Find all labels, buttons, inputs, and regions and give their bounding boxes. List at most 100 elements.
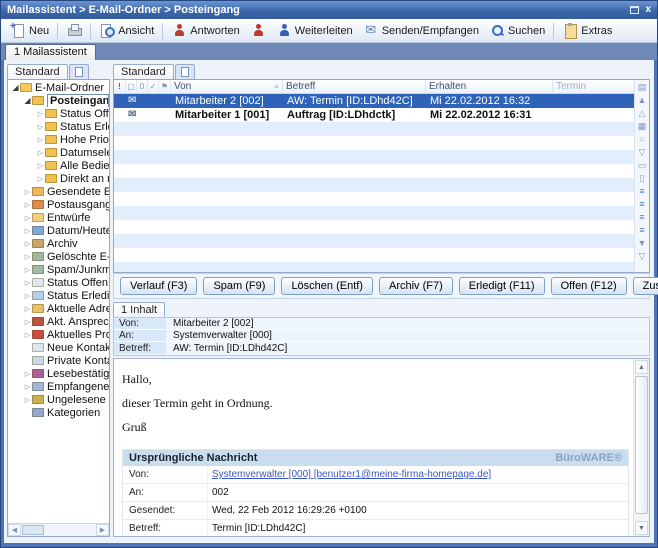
tree-item-e-mail-ordner[interactable]: ◢E-Mail-Ordner <box>8 81 109 94</box>
tree-item-ungelesene-mails[interactable]: ▷Ungelesene Mails <box>8 393 109 406</box>
list-view-3-icon[interactable]: ≡ <box>639 211 644 224</box>
tree-item-status-offen[interactable]: ▷Status Offen <box>8 107 109 120</box>
scroll-down-icon[interactable]: ▼ <box>635 521 648 535</box>
tree-item-archiv[interactable]: ▷Archiv <box>8 237 109 250</box>
toolbar-button-ansicht[interactable]: Ansicht <box>94 21 159 40</box>
toolbar-button-antworten[interactable]: Antworten <box>166 21 245 40</box>
column-header-erhalten[interactable]: Erhalten <box>426 80 553 93</box>
tree-item-status-erledigt[interactable]: ▷Status Erledigt <box>8 289 109 302</box>
scroll-right-icon[interactable]: ▶ <box>96 524 109 536</box>
collapsed-twisty-icon[interactable]: ▷ <box>36 149 45 157</box>
column-done-icon[interactable]: ✓ <box>148 80 159 93</box>
action-button-zusatz[interactable]: Zusatz <box>633 277 658 295</box>
collapsed-twisty-icon[interactable]: ▷ <box>36 123 45 131</box>
mail-row-mitarbeiter-2-002[interactable]: ✉Mitarbeiter 2 [002]AW: Termin [ID:LDhd4… <box>114 94 634 108</box>
list-view-1-icon[interactable]: ≡ <box>639 185 644 198</box>
collapsed-twisty-icon[interactable]: ▷ <box>23 214 32 222</box>
tree-item-kategorien[interactable]: Kategorien <box>8 406 109 419</box>
tree-item-gesendete-e-mails[interactable]: ▷Gesendete E-Mails <box>8 185 109 198</box>
tree-item-neue-kontakte[interactable]: Neue Kontakte <box>8 341 109 354</box>
scroll-down-icon[interactable]: ▼ <box>638 237 647 250</box>
column-picker-icon[interactable]: ▤ <box>638 81 647 94</box>
tree-item-aktuelles-projekt[interactable]: ▷Aktuelles Projekt <box>8 328 109 341</box>
tree-item-private-kontakte[interactable]: Private Kontakte <box>8 354 109 367</box>
collapsed-twisty-icon[interactable]: ▷ <box>23 383 32 391</box>
collapsed-twisty-icon[interactable]: ▷ <box>23 253 32 261</box>
action-button-löschen-entf[interactable]: Löschen (Entf) <box>281 277 373 295</box>
tree-item-spam-junkmails[interactable]: ▷Spam/Junkmails <box>8 263 109 276</box>
tree-item-hohe-priorität[interactable]: ▷Hohe Priorität <box>8 133 109 146</box>
tab-new-view-left[interactable] <box>69 64 89 79</box>
toolbar-button-suchen[interactable]: Suchen <box>484 21 550 40</box>
search-icon[interactable]: ○ <box>639 133 644 146</box>
tree-item-postausgang[interactable]: ▷Postausgang <box>8 198 109 211</box>
toolbar-button-senden-empfangen[interactable]: ✉Senden/Empfangen <box>358 21 484 40</box>
print-list-icon[interactable]: ▭ <box>638 159 647 172</box>
toolbar-button-weiterleiten[interactable]: Weiterleiten <box>271 21 358 40</box>
collapsed-twisty-icon[interactable]: ▷ <box>23 279 32 287</box>
action-button-offen-f12[interactable]: Offen (F12) <box>551 277 627 295</box>
collapsed-twisty-icon[interactable]: ▷ <box>23 331 32 339</box>
collapsed-twisty-icon[interactable]: ▷ <box>36 110 45 118</box>
body-vertical-scrollbar[interactable]: ▲ ▼ <box>633 359 649 536</box>
mail-row-mitarbeiter-1-001[interactable]: ✉Mitarbeiter 1 [001]Auftrag [ID:LDhdctk]… <box>114 108 634 122</box>
list-view-4-icon[interactable]: ≡ <box>639 224 644 237</box>
collapsed-twisty-icon[interactable]: ▷ <box>23 240 32 248</box>
tree-horizontal-scrollbar[interactable]: ◀ ▶ <box>8 523 109 536</box>
collapsed-twisty-icon[interactable]: ▷ <box>23 318 32 326</box>
tree-item-status-offen[interactable]: ▷Status Offen <box>8 276 109 289</box>
tree-item-aktuelle-adresse[interactable]: ▷Aktuelle Adresse <box>8 302 109 315</box>
toolbar-button-printer-icon[interactable] <box>61 21 87 40</box>
tab-mailassistent[interactable]: 1 Mailassistent <box>5 44 96 60</box>
scroll-up-icon[interactable]: △ <box>639 107 646 120</box>
toolbar-button-neu[interactable]: Neu <box>5 21 54 40</box>
toolbar-button-extras[interactable]: Extras <box>557 21 617 40</box>
close-window-icon[interactable]: x <box>645 5 651 15</box>
tab-standard-left[interactable]: Standard <box>7 64 68 79</box>
tree-item-posteingang[interactable]: ◢Posteingang <box>8 94 109 107</box>
tree-item-alle-bediener[interactable]: ▷Alle Bediener <box>8 159 109 172</box>
collapsed-twisty-icon[interactable]: ▷ <box>23 188 32 196</box>
filter-icon[interactable]: ▽ <box>639 146 646 159</box>
column-header-betreff[interactable]: Betreff <box>283 80 426 93</box>
scroll-up-icon[interactable]: ▲ <box>635 360 648 374</box>
tree-item-gelöschte-e-mails[interactable]: ▷Gelöschte E-Mails <box>8 250 109 263</box>
collapsed-twisty-icon[interactable]: ▷ <box>36 175 45 183</box>
column-document-icon[interactable]: ▢ <box>126 80 137 93</box>
tree-item-status-erledigt[interactable]: ▷Status Erledigt <box>8 120 109 133</box>
column-header-termin[interactable]: Termin <box>553 80 634 93</box>
expanded-twisty-icon[interactable]: ◢ <box>23 96 32 105</box>
column-attachment-icon[interactable]: 0 <box>137 80 148 93</box>
action-button-erledigt-f11[interactable]: Erledigt (F11) <box>459 277 545 295</box>
tab-new-view-right[interactable] <box>175 64 195 79</box>
scrollbar-thumb[interactable] <box>635 376 648 514</box>
tree-item-empfangene-mails[interactable]: ▷Empfangene Mails <box>8 380 109 393</box>
scroll-top-icon[interactable]: ▲ <box>638 94 647 107</box>
column-flag-icon[interactable]: ⚑ <box>159 80 171 93</box>
column-header-von[interactable]: Von▲ <box>171 80 283 93</box>
action-button-archiv-f7[interactable]: Archiv (F7) <box>379 277 453 295</box>
sender-link[interactable]: Systemverwalter [000] [benutzer1@meine-f… <box>208 466 628 483</box>
scrollbar-thumb[interactable] <box>22 525 44 535</box>
collapsed-twisty-icon[interactable]: ▷ <box>23 370 32 378</box>
restore-window-icon[interactable] <box>630 6 639 14</box>
column-priority-icon[interactable]: ! <box>114 80 126 93</box>
tree-item-akt-ansprechpartn[interactable]: ▷Akt. Ansprechpartn <box>8 315 109 328</box>
collapsed-twisty-icon[interactable]: ▷ <box>36 162 45 170</box>
expanded-twisty-icon[interactable]: ◢ <box>11 83 20 92</box>
grid-view-icon[interactable]: ▦ <box>638 120 647 133</box>
tree-item-lesebestätigungen[interactable]: ▷Lesebestätigungen <box>8 367 109 380</box>
tree-item-datum-heute[interactable]: ▷Datum/Heute <box>8 224 109 237</box>
collapsed-twisty-icon[interactable]: ▷ <box>23 292 32 300</box>
collapsed-twisty-icon[interactable]: ▷ <box>36 136 45 144</box>
action-button-verlauf-f3[interactable]: Verlauf (F3) <box>120 277 197 295</box>
collapsed-twisty-icon[interactable]: ▷ <box>23 201 32 209</box>
tree-item-datumselektion[interactable]: ▷Datumselektion <box>8 146 109 159</box>
toolbar-button-reply-all-icon[interactable] <box>245 21 271 40</box>
collapsed-twisty-icon[interactable]: ▷ <box>23 227 32 235</box>
tab-standard-right[interactable]: Standard <box>113 64 174 79</box>
tree-item-entwürfe[interactable]: ▷Entwürfe <box>8 211 109 224</box>
tab-inhalt[interactable]: 1 Inhalt <box>113 302 165 317</box>
collapsed-twisty-icon[interactable]: ▷ <box>23 396 32 404</box>
collapsed-twisty-icon[interactable]: ▷ <box>23 266 32 274</box>
